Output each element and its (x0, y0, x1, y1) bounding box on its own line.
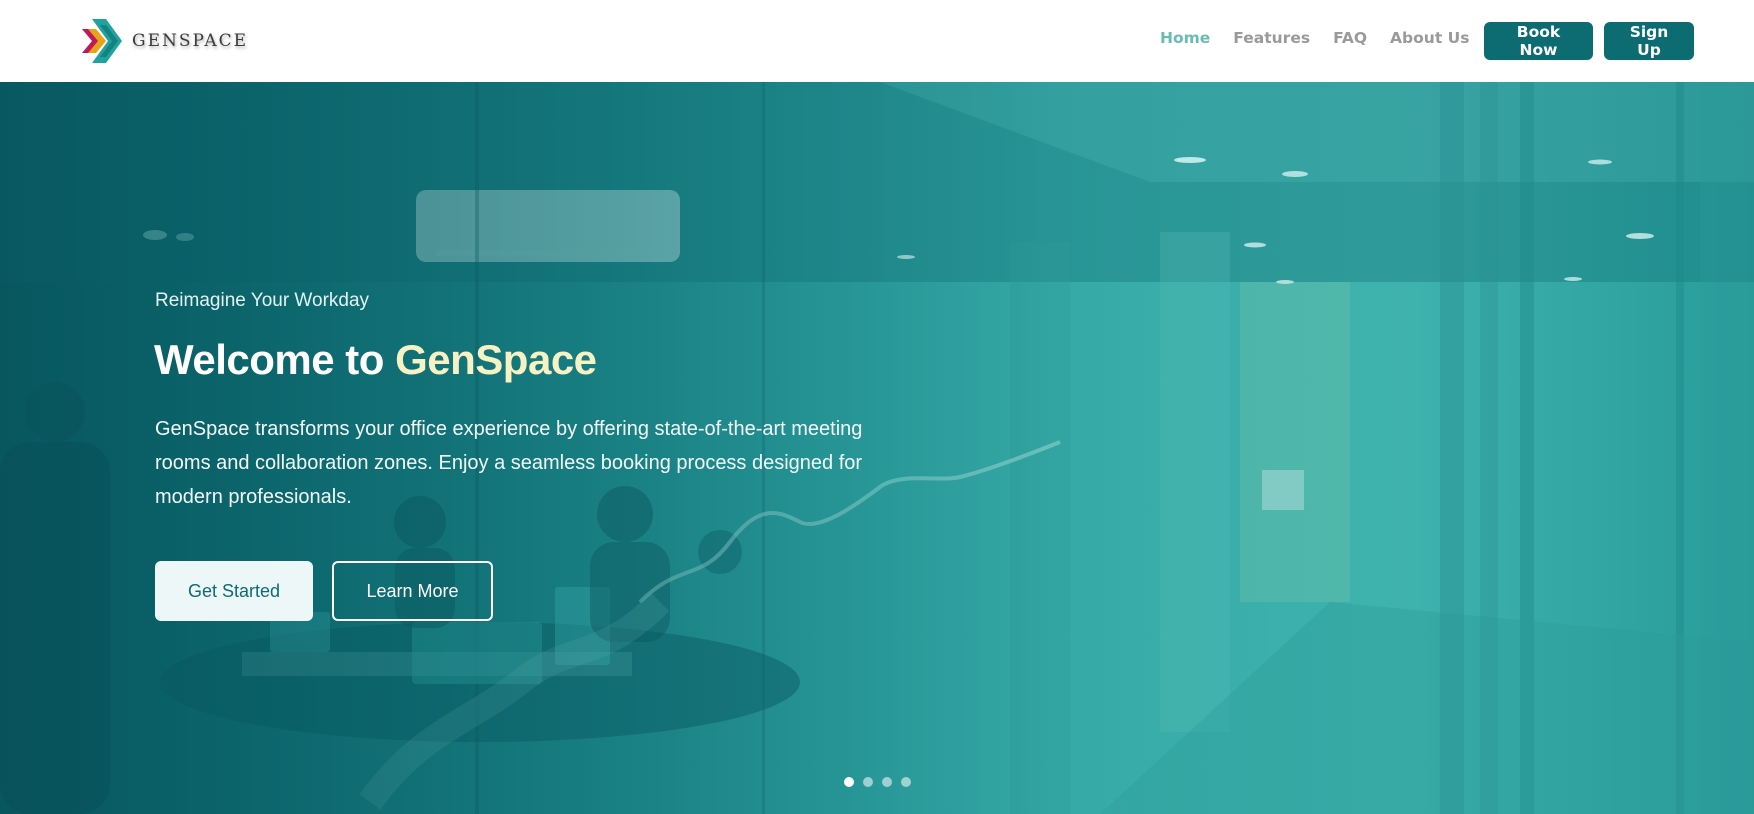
main-nav: Home Features FAQ About Us (1160, 29, 1469, 47)
hero-eyebrow: Reimagine Your Workday (155, 290, 370, 311)
learn-more-button[interactable]: Learn More (332, 561, 493, 621)
brand-logo[interactable]: GENSPACE (82, 19, 248, 63)
hero-title: Welcome to GenSpace (154, 336, 597, 384)
hero-title-accent: GenSpace (395, 336, 597, 383)
nav-item-about-us[interactable]: About Us (1390, 29, 1469, 47)
carousel-dot-2[interactable] (863, 777, 873, 787)
nav-item-faq[interactable]: FAQ (1333, 29, 1367, 47)
carousel-dot-3[interactable] (882, 777, 892, 787)
nav-item-home[interactable]: Home (1160, 29, 1210, 47)
hero-banner: Reimagine Your Workday Welcome to GenSpa… (0, 82, 1754, 814)
book-now-button[interactable]: Book Now (1484, 22, 1593, 60)
carousel-dot-4[interactable] (901, 777, 911, 787)
site-header: GENSPACE Home Features FAQ About Us Book… (0, 0, 1754, 82)
get-started-button[interactable]: Get Started (155, 561, 313, 621)
hero-title-prefix: Welcome to (154, 336, 396, 383)
chevron-logo-icon (82, 19, 122, 63)
sign-up-button[interactable]: Sign Up (1604, 22, 1694, 60)
carousel-dots (844, 777, 911, 787)
carousel-dot-1[interactable] (844, 777, 854, 787)
hero-description: GenSpace transforms your office experien… (155, 418, 863, 508)
brand-name: GENSPACE (132, 31, 249, 51)
nav-item-features[interactable]: Features (1233, 29, 1310, 47)
